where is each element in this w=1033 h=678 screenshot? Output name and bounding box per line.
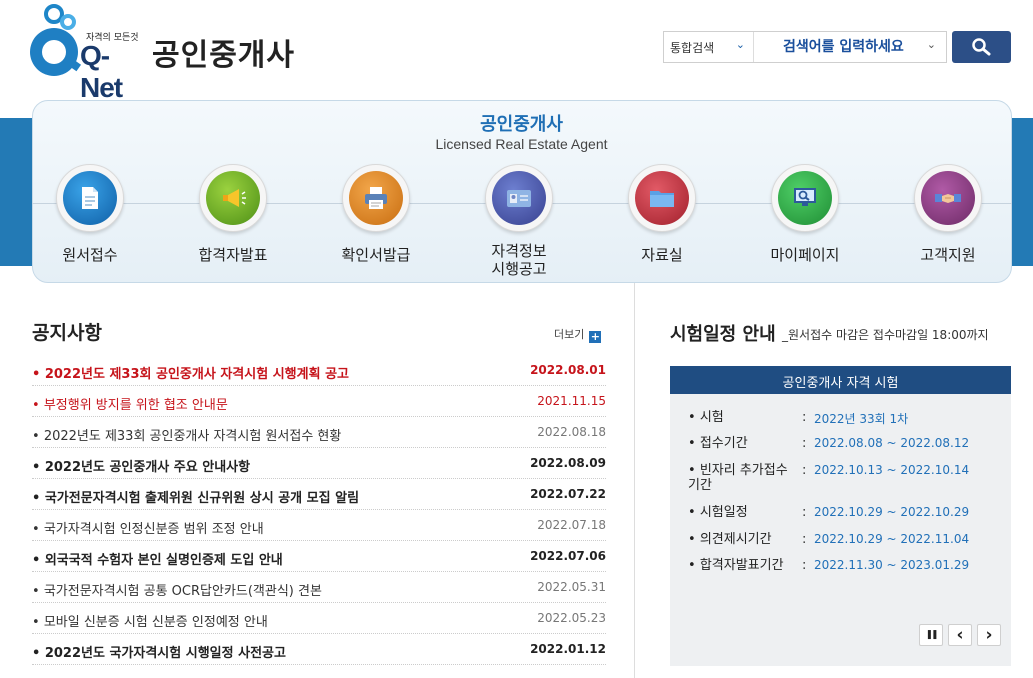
list-item[interactable]: • 2022년도 제33회 공인중개사 자격시험 시행계획 공고 2022.08.… (32, 355, 606, 386)
search-icon (972, 38, 991, 56)
list-item[interactable]: • 국가자격시험 인정신분증 범위 조정 안내 2022.07.18 (32, 510, 606, 541)
notice-title: 공지사항 (32, 322, 102, 344)
list-item[interactable]: • 국가전문자격시험 출제위원 신규위원 상시 공개 모집 알림 2022.07.… (32, 479, 606, 510)
notice-text: • 2022년도 국가자격시험 시행일정 사전공고 (32, 646, 286, 661)
document-icon (82, 187, 98, 209)
search-button[interactable] (952, 31, 1011, 63)
schedule-key: • 시험 (688, 410, 724, 425)
menu-icon-circle (771, 164, 839, 232)
search-scope-select[interactable]: 통합검색 ⌄ (664, 32, 754, 62)
schedule-title: 시험일정 안내 (670, 324, 776, 345)
schedule-note: _원서접수 마감은 접수마감일 18:00까지 (782, 328, 989, 342)
plus-icon: + (589, 330, 602, 343)
list-item[interactable]: • 2022년도 공인중개사 주요 안내사항 2022.08.09 (32, 448, 606, 479)
id-card-icon (507, 190, 531, 207)
menu-icon-circle (342, 164, 410, 232)
menu-label: 고객지원 (920, 246, 976, 264)
search-bar: 통합검색 ⌄ ⌄ (663, 31, 947, 63)
notice-text: • 외국국적 수험자 본인 실명인증제 도입 안내 (32, 553, 283, 568)
schedule-value: 2022.11.30 ~ 2023.01.29 (814, 558, 970, 572)
menu-icon-circle (485, 164, 553, 232)
list-item[interactable]: • 외국국적 수험자 본인 실명인증제 도입 안내 2022.07.06 (32, 541, 606, 572)
menu-pass-announcement[interactable]: 합격자발표 (171, 164, 295, 282)
menu-label: 합격자발표 (198, 246, 268, 264)
notice-date: 2022.08.09 (530, 456, 606, 470)
logo-text: Q-Net (80, 40, 123, 103)
notice-text: • 국가전문자격시험 출제위원 신규위원 상시 공개 모집 알림 (32, 491, 360, 506)
notice-date: 2022.07.18 (537, 518, 606, 532)
pause-button[interactable]: ❚❚ (919, 624, 943, 646)
notice-text: • 2022년도 제33회 공인중개사 자격시험 원서접수 현황 (32, 429, 342, 444)
menu-label: 자료실 (641, 246, 683, 264)
qnet-logo[interactable]: 자격의 모든것 Q-Net (30, 4, 150, 103)
menu-icon-circle (56, 164, 124, 232)
menu-label: 마이페이지 (770, 246, 840, 264)
notice-list: • 2022년도 제33회 공인중개사 자격시험 시행계획 공고 2022.08.… (32, 355, 606, 665)
menu-icon-circle (628, 164, 696, 232)
schedule-key: • 의견제시기간 (688, 532, 772, 547)
hero-title: 공인중개사 (480, 114, 563, 135)
schedule-value: 2022.08.08 ~ 2022.08.12 (814, 436, 970, 450)
notice-text: • 2022년도 공인중개사 주요 안내사항 (32, 460, 251, 475)
logo-ring-small (60, 14, 76, 30)
notice-text: • 모바일 신분증 시험 신분증 인정예정 안내 (32, 615, 268, 630)
list-item[interactable]: • 부정행위 방지를 위한 협조 안내문 2021.11.15 (32, 386, 606, 417)
next-button[interactable]: › (977, 624, 1001, 646)
menu-label: 자격정보 시행공고 (491, 242, 547, 278)
search-input[interactable] (755, 32, 947, 62)
menu-qualification-info[interactable]: 자격정보 시행공고 (457, 164, 581, 282)
schedule-key: • 시험일정 (688, 505, 748, 520)
notice-date: 2022.05.31 (537, 580, 606, 594)
list-item[interactable]: • 2022년도 국가자격시험 시행일정 사전공고 2022.01.12 (32, 634, 606, 665)
notice-date: 2021.11.15 (537, 394, 606, 408)
schedule-key: • 빈자리 추가접수 기간 (688, 463, 788, 493)
menu-mypage[interactable]: 마이페이지 (743, 164, 867, 282)
monitor-search-icon (794, 188, 816, 206)
menu-label: 원서접수 (62, 246, 118, 264)
notice-text: • 부정행위 방지를 위한 협조 안내문 (32, 398, 228, 413)
more-label: 더보기 (554, 328, 585, 341)
notice-text: • 국가자격시험 인정신분증 범위 조정 안내 (32, 522, 264, 537)
list-item[interactable]: • 모바일 신분증 시험 신분증 인정예정 안내 2022.05.23 (32, 603, 606, 634)
schedule-value: 2022년 33회 1차 (814, 412, 909, 426)
notice-text: • 국가전문자격시험 공통 OCR답안카드(객관식) 견본 (32, 584, 322, 599)
menu-icon-circle (914, 164, 982, 232)
schedule-header: 공인중개사 자격 시험 (670, 366, 1011, 394)
schedule-value: 2022.10.29 ~ 2022.11.04 (814, 532, 970, 546)
hero-subtitle: Licensed Real Estate Agent (435, 136, 608, 152)
schedule-value: 2022.10.29 ~ 2022.10.29 (814, 505, 970, 519)
search-scope-label: 통합검색 (670, 41, 715, 55)
printer-icon (365, 187, 387, 209)
logo-q-mark (30, 28, 78, 76)
notice-date: 2022.07.22 (530, 487, 606, 501)
page: 자격의 모든것 Q-Net 공인중개사 통합검색 ⌄ ⌄ 공인중개사 Licen… (0, 0, 1033, 678)
menu-application[interactable]: 원서접수 (28, 164, 152, 282)
chevron-down-icon: ⌄ (735, 38, 745, 51)
prev-button[interactable]: ‹ (948, 624, 972, 646)
site-title[interactable]: 공인중개사 (152, 30, 295, 74)
menu-customer-support[interactable]: 고객지원 (886, 164, 1010, 282)
menu-resources[interactable]: 자료실 (600, 164, 724, 282)
handshake-icon (935, 194, 961, 203)
folder-icon (650, 191, 674, 207)
notice-date: 2022.07.06 (530, 549, 606, 563)
menu-label: 확인서발급 (341, 246, 411, 264)
megaphone-icon (223, 189, 246, 207)
notice-date: 2022.08.01 (530, 363, 606, 377)
notice-more-link[interactable]: 더보기 + (554, 326, 602, 343)
schedule-key: • 접수기간 (688, 436, 748, 451)
notice-date: 2022.01.12 (530, 642, 606, 656)
header: 자격의 모든것 Q-Net 공인중개사 통합검색 ⌄ ⌄ (0, 0, 1033, 103)
column-divider (634, 283, 635, 678)
list-item[interactable]: • 국가전문자격시험 공통 OCR답안카드(객관식) 견본 2022.05.31 (32, 572, 606, 603)
menu-certificate-issue[interactable]: 확인서발급 (314, 164, 438, 282)
notice-date: 2022.05.23 (537, 611, 606, 625)
list-item[interactable]: • 2022년도 제33회 공인중개사 자격시험 원서접수 현황 2022.08.… (32, 417, 606, 448)
schedule-value: 2022.10.13 ~ 2022.10.14 (814, 463, 970, 477)
chevron-down-icon[interactable]: ⌄ (927, 38, 936, 51)
menu-icon-circle (199, 164, 267, 232)
schedule-key: • 합격자발표기간 (688, 558, 784, 573)
notice-date: 2022.08.18 (537, 425, 606, 439)
notice-text: • 2022년도 제33회 공인중개사 자격시험 시행계획 공고 (32, 367, 349, 382)
